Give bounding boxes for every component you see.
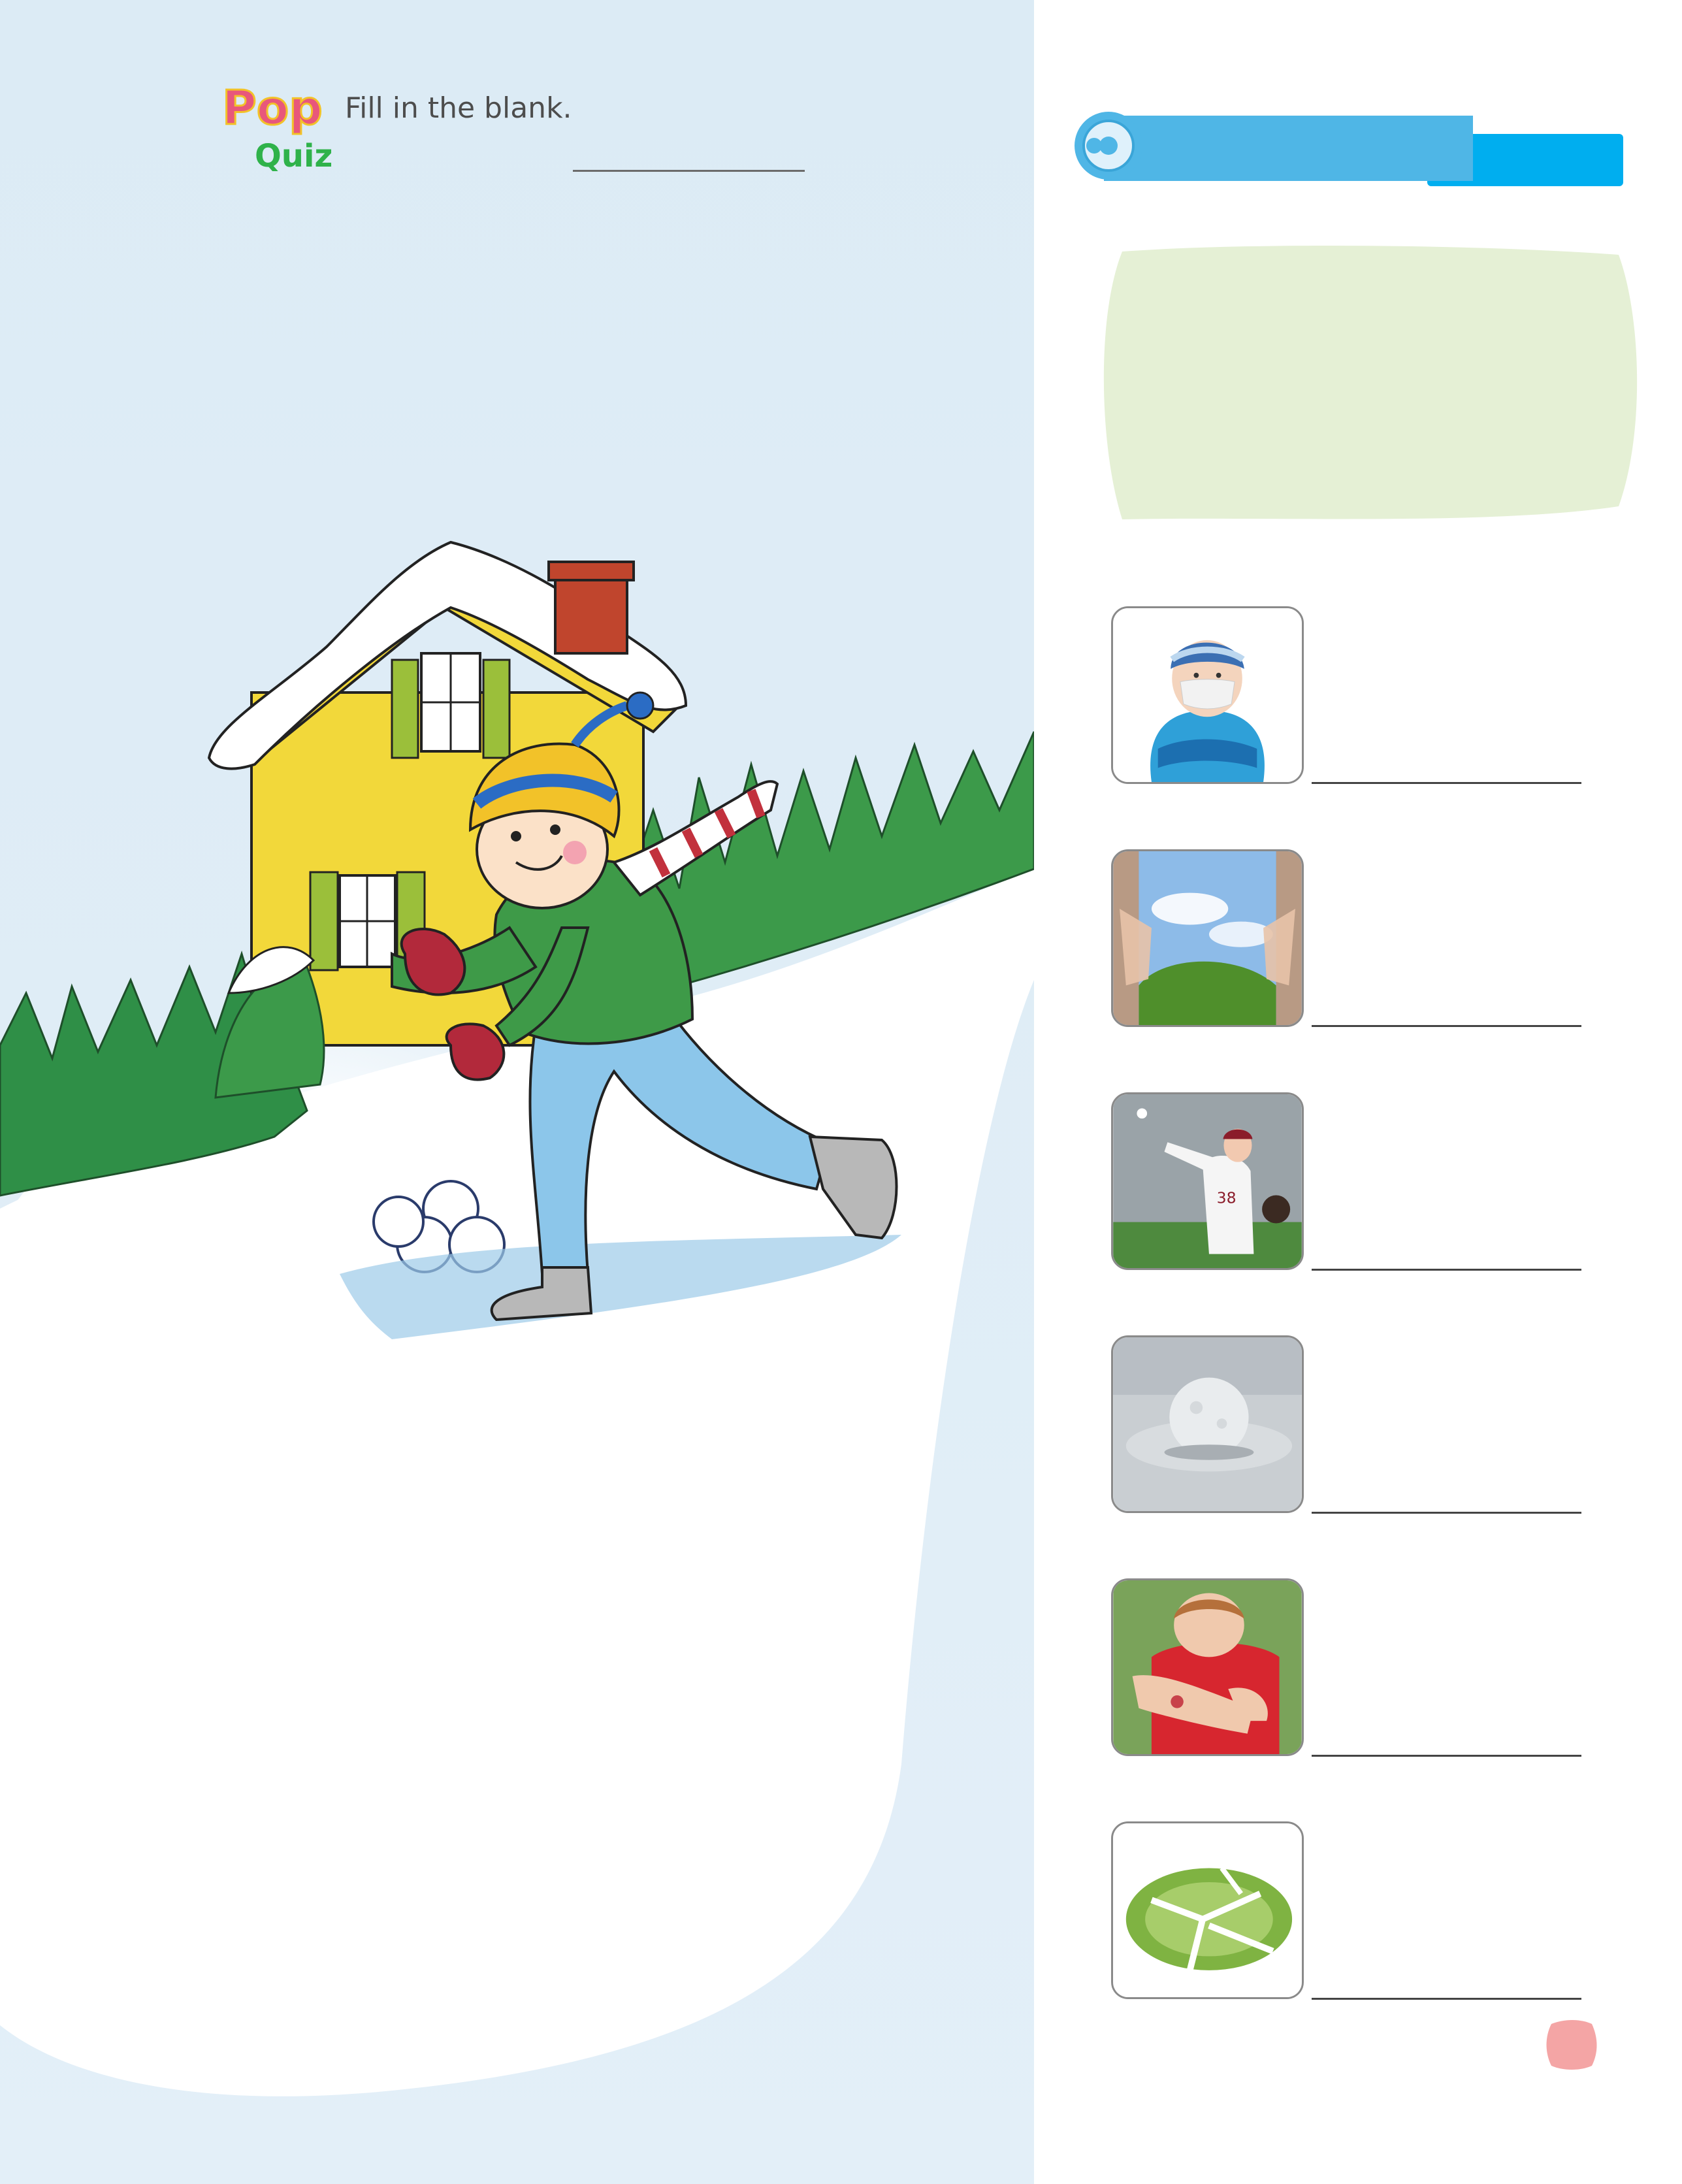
snowball-photo	[1113, 1337, 1302, 1511]
quiz-instruction: Fill in the blank.	[345, 91, 572, 125]
vocab-item-5-answer-line[interactable]	[1312, 1755, 1581, 1757]
vocab-item-1-image	[1111, 606, 1304, 784]
baseball-pitcher-photo: 38	[1113, 1094, 1302, 1268]
vocab-item-3-image: 38	[1111, 1092, 1304, 1270]
vocab-item-3-answer-line[interactable]	[1312, 1269, 1581, 1271]
vocab-item-5-image	[1111, 1578, 1304, 1756]
svg-text:38: 38	[1217, 1188, 1237, 1207]
broken-plate-photo	[1113, 1823, 1302, 1997]
quiz-answer-blank[interactable]	[573, 170, 805, 172]
page-number-badge	[1546, 2020, 1597, 2070]
reading-note-bubble	[1103, 245, 1638, 519]
vocab-item-2-image	[1111, 849, 1304, 1027]
hurt-elbow-photo	[1113, 1580, 1302, 1754]
vocab-item-6-answer-line[interactable]	[1312, 1998, 1581, 2000]
story-illustration-panel	[0, 0, 1034, 2184]
vocab-item-4-answer-line[interactable]	[1312, 1512, 1581, 1514]
section-title-tag	[1075, 112, 1623, 186]
pop-quiz-logo-bottom: Quiz	[255, 138, 332, 173]
winter-scene-illustration	[0, 0, 1034, 2184]
open-window-photo	[1113, 851, 1302, 1025]
vocab-item-1-answer-line[interactable]	[1312, 782, 1581, 784]
vocabulary-page: 38	[1034, 0, 1682, 2184]
pop-quiz-logo-top: Pop	[222, 82, 323, 135]
vocab-item-6-image	[1111, 1821, 1304, 1999]
pop-quiz-logo: Pop Quiz	[222, 82, 332, 173]
cold-boy-photo	[1113, 608, 1302, 782]
vocab-item-4-image	[1111, 1335, 1304, 1513]
vocab-item-2-answer-line[interactable]	[1312, 1025, 1581, 1027]
